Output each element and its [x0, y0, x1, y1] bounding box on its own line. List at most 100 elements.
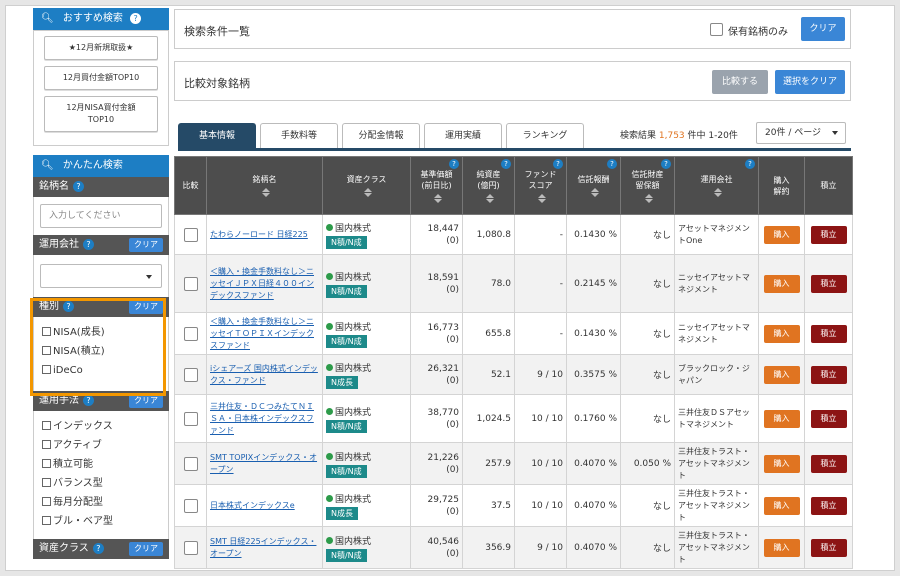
sort-icon[interactable] [591, 188, 597, 197]
buy-button[interactable]: 購入 [763, 365, 800, 384]
buy-button[interactable]: 購入 [763, 409, 800, 428]
sort-icon[interactable] [364, 188, 370, 197]
fund-name-link[interactable]: ＜購入・換金手数料なし＞ニッセイＴＯＰＩＸインデックスファンド [210, 316, 319, 352]
recommended-top10-button[interactable]: 12月買付金額TOP10 [44, 66, 158, 90]
help-icon[interactable]: ? [745, 159, 755, 169]
col-fund-score[interactable]: ? ファンド スコア [514, 156, 567, 215]
help-icon[interactable]: ? [607, 159, 617, 169]
fund-name-input[interactable]: 入力してください [40, 204, 162, 228]
sort-icon[interactable] [538, 194, 544, 203]
asset-dot-icon [326, 494, 333, 502]
clear-selection-button[interactable]: 選択をクリア [775, 70, 845, 94]
help-icon[interactable]: ? [553, 159, 563, 169]
col-nav[interactable]: ? 基準価額 (前日比) [410, 156, 463, 215]
sort-icon[interactable] [645, 194, 651, 203]
help-icon[interactable]: ? [130, 12, 142, 24]
fund-name-link[interactable]: ＜購入・換金手数料なし＞ニッセイＪＰＸ日経４００インデックスファンド [210, 266, 319, 302]
sort-icon[interactable] [434, 194, 440, 203]
asset-class-clear-button[interactable]: クリア [129, 542, 163, 556]
fund-name-link[interactable]: 日本株式インデックスe [210, 500, 319, 512]
compare-checkbox[interactable] [183, 326, 198, 341]
compare-checkbox[interactable] [183, 540, 198, 555]
sort-icon[interactable] [714, 188, 720, 197]
buy-button[interactable]: 購入 [763, 496, 800, 515]
fund-name-link[interactable]: iシェアーズ 国内株式インデックス・ファンド [210, 363, 319, 387]
table-row: 三井住友・ＤＣつみたてＮＩＳＡ・日本株インデックスファンド 国内株式 N積/N成 38… [174, 394, 853, 443]
checkbox[interactable] [42, 458, 51, 468]
checkbox[interactable] [42, 515, 51, 525]
company-select[interactable] [40, 264, 162, 288]
accumulate-button[interactable]: 積立 [810, 365, 847, 384]
col-company[interactable]: ? 運用会社 [674, 156, 759, 215]
method-option[interactable]: ブル・ベア型 [42, 512, 162, 531]
tab-basic-info[interactable]: 基本情報 [178, 123, 256, 149]
col-label: 銘柄名 [252, 175, 277, 184]
method-option[interactable]: バランス型 [42, 474, 162, 493]
nav-change: (0) [446, 375, 459, 386]
reserve-cell: なし [620, 354, 675, 395]
method-option[interactable]: 積立可能 [42, 455, 162, 474]
fund-name-link[interactable]: たわらノーロード 日経225 [210, 229, 319, 241]
method-option[interactable]: アクティブ [42, 436, 162, 455]
help-icon[interactable]: ? [501, 159, 511, 169]
tab-fees[interactable]: 手数料等 [260, 123, 338, 149]
accumulate-button[interactable]: 積立 [810, 538, 847, 557]
compare-checkbox[interactable] [183, 227, 198, 242]
help-icon[interactable]: ? [661, 159, 671, 169]
help-icon[interactable]: ? [73, 180, 84, 192]
search-conditions-clear-button[interactable]: クリア [801, 17, 845, 41]
per-page-select[interactable]: 20件 / ページ [756, 122, 846, 144]
help-icon[interactable]: ? [449, 159, 459, 169]
trust-fee-cell: 0.1430 % [566, 312, 621, 355]
checkbox[interactable] [42, 439, 51, 449]
company-clear-button[interactable]: クリア [129, 238, 163, 252]
col-trust-fee[interactable]: ? 信託報酬 [566, 156, 621, 215]
buy-button[interactable]: 購入 [763, 538, 800, 557]
method-clear-button[interactable]: クリア [129, 394, 163, 408]
tab-distributions[interactable]: 分配金情報 [342, 123, 420, 149]
buy-button[interactable]: 購入 [763, 274, 800, 293]
accumulate-button[interactable]: 積立 [810, 496, 847, 515]
compare-checkbox[interactable] [183, 498, 198, 513]
buy-button[interactable]: 購入 [763, 454, 800, 473]
compare-checkbox[interactable] [183, 456, 198, 471]
col-label: 積立 [820, 181, 837, 190]
nav-cell: 18,591 (0) [410, 254, 463, 313]
company-name: ニッセイアセットマネジメント [678, 272, 750, 294]
fund-name-link[interactable]: SMT 日経225インデックス・オープン [210, 536, 319, 560]
accumulate-button[interactable]: 積立 [810, 225, 847, 244]
accumulate-button[interactable]: 積立 [810, 454, 847, 473]
accumulate-button[interactable]: 積立 [810, 409, 847, 428]
compare-checkbox[interactable] [183, 411, 198, 426]
help-icon[interactable]: ? [92, 542, 104, 554]
col-reserve[interactable]: ? 信託財産 留保額 [620, 156, 675, 215]
col-compare: 比較 [174, 156, 207, 215]
recommended-new-funds-button[interactable]: ★12月新規取扱★ [44, 36, 158, 60]
fund-name-link[interactable]: 三井住友・ＤＣつみたてＮＩＳＡ・日本株インデックスファンド [210, 401, 319, 437]
sort-icon[interactable] [262, 188, 268, 197]
recommended-nisa-top10-button[interactable]: 12月NISA買付金額 TOP10 [44, 96, 158, 132]
col-aum[interactable]: ? 純資産 (億円) [462, 156, 515, 215]
help-icon[interactable]: ? [83, 394, 94, 406]
col-fund-name[interactable]: 銘柄名 [206, 156, 323, 215]
compare-checkbox[interactable] [183, 276, 198, 291]
fund-name-cell: ＜購入・換金手数料なし＞ニッセイＪＰＸ日経４００インデックスファンド [206, 254, 323, 313]
accumulate-button[interactable]: 積立 [810, 324, 847, 343]
buy-button[interactable]: 購入 [763, 324, 800, 343]
sort-icon[interactable] [486, 194, 492, 203]
checkbox[interactable] [42, 420, 51, 430]
checkbox[interactable] [42, 496, 51, 506]
fund-name-link[interactable]: SMT TOPIXインデックス・オープン [210, 452, 319, 476]
method-option[interactable]: インデックス [42, 417, 162, 436]
checkbox[interactable] [42, 477, 51, 487]
compare-checkbox[interactable] [183, 367, 198, 382]
buy-button[interactable]: 購入 [763, 225, 800, 244]
held-only-checkbox[interactable] [710, 23, 723, 36]
col-asset-class[interactable]: 資産クラス [322, 156, 411, 215]
tab-performance[interactable]: 運用実績 [424, 123, 502, 149]
method-option[interactable]: 毎月分配型 [42, 493, 162, 512]
help-icon[interactable]: ? [83, 238, 94, 250]
compare-button[interactable]: 比較する [712, 70, 768, 94]
tab-ranking[interactable]: ランキング [506, 123, 584, 149]
accumulate-button[interactable]: 積立 [810, 274, 847, 293]
